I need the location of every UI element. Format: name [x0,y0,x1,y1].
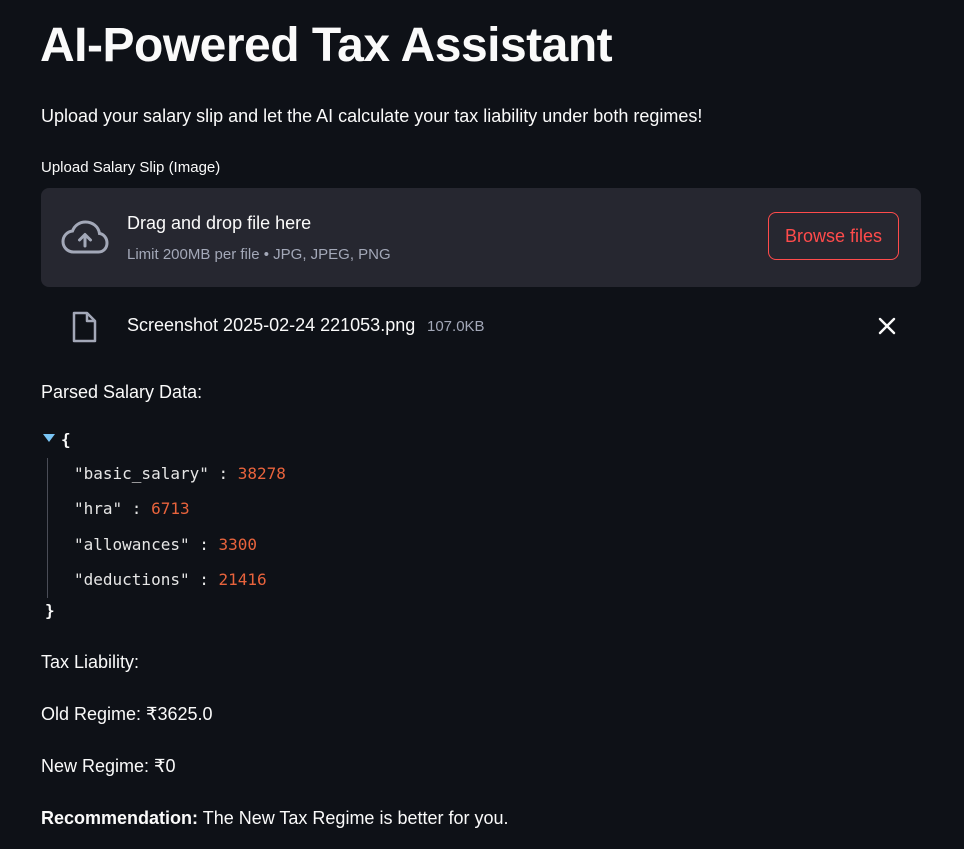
json-value: 21416 [218,570,267,589]
recommendation-text: The New Tax Regime is better for you. [198,808,509,828]
json-key: "basic_salary" [74,464,209,483]
json-field: "deductions" : 21416 [74,570,267,589]
json-field: "basic_salary" : 38278 [74,464,286,483]
uploaded-file-row: Screenshot 2025-02-24 221053.png 107.0KB [41,300,921,352]
collapse-caret-icon[interactable] [43,434,55,442]
json-field: "allowances" : 3300 [74,535,258,554]
file-dropzone[interactable]: Drag and drop file here Limit 200MB per … [41,188,921,287]
json-key: "allowances" [74,535,190,554]
uploader-label: Upload Salary Slip (Image) [41,159,221,176]
json-viewer: { "basic_salary" : 38278 "hra" : 6713 "a… [41,428,441,628]
recommendation-label: Recommendation: [41,808,199,828]
uploaded-file-size: 107.0KB [427,318,485,335]
parsed-data-label: Parsed Salary Data: [41,382,203,402]
close-icon[interactable] [877,316,897,336]
json-indent-guide [47,458,48,598]
json-field: "hra" : 6713 [74,499,190,518]
recommendation: Recommendation: The New Tax Regime is be… [41,808,509,829]
tax-liability-label: Tax Liability: [41,652,140,672]
json-key: "deductions" [74,570,190,589]
page-subtitle: Upload your salary slip and let the AI c… [41,106,703,126]
dropzone-title: Drag and drop file here [127,213,312,233]
file-icon [72,311,97,343]
json-value: 38278 [237,464,286,483]
dropzone-limit-text: Limit 200MB per file • JPG, JPEG, PNG [127,246,391,263]
old-regime-result: Old Regime: ₹3625.0 [41,704,213,724]
new-regime-result: New Regime: ₹0 [41,756,176,776]
json-open-brace: { [61,430,71,449]
uploaded-file-name: Screenshot 2025-02-24 221053.png [127,315,416,335]
json-value: 6713 [151,499,190,518]
json-value: 3300 [218,535,258,554]
page-title: AI-Powered Tax Assistant [40,19,613,72]
browse-files-button[interactable]: Browse files [768,212,899,260]
json-close-brace: } [45,601,55,620]
json-key: "hra" [74,499,123,518]
cloud-upload-icon [61,220,109,254]
app-page: AI-Powered Tax Assistant Upload your sal… [0,0,964,849]
